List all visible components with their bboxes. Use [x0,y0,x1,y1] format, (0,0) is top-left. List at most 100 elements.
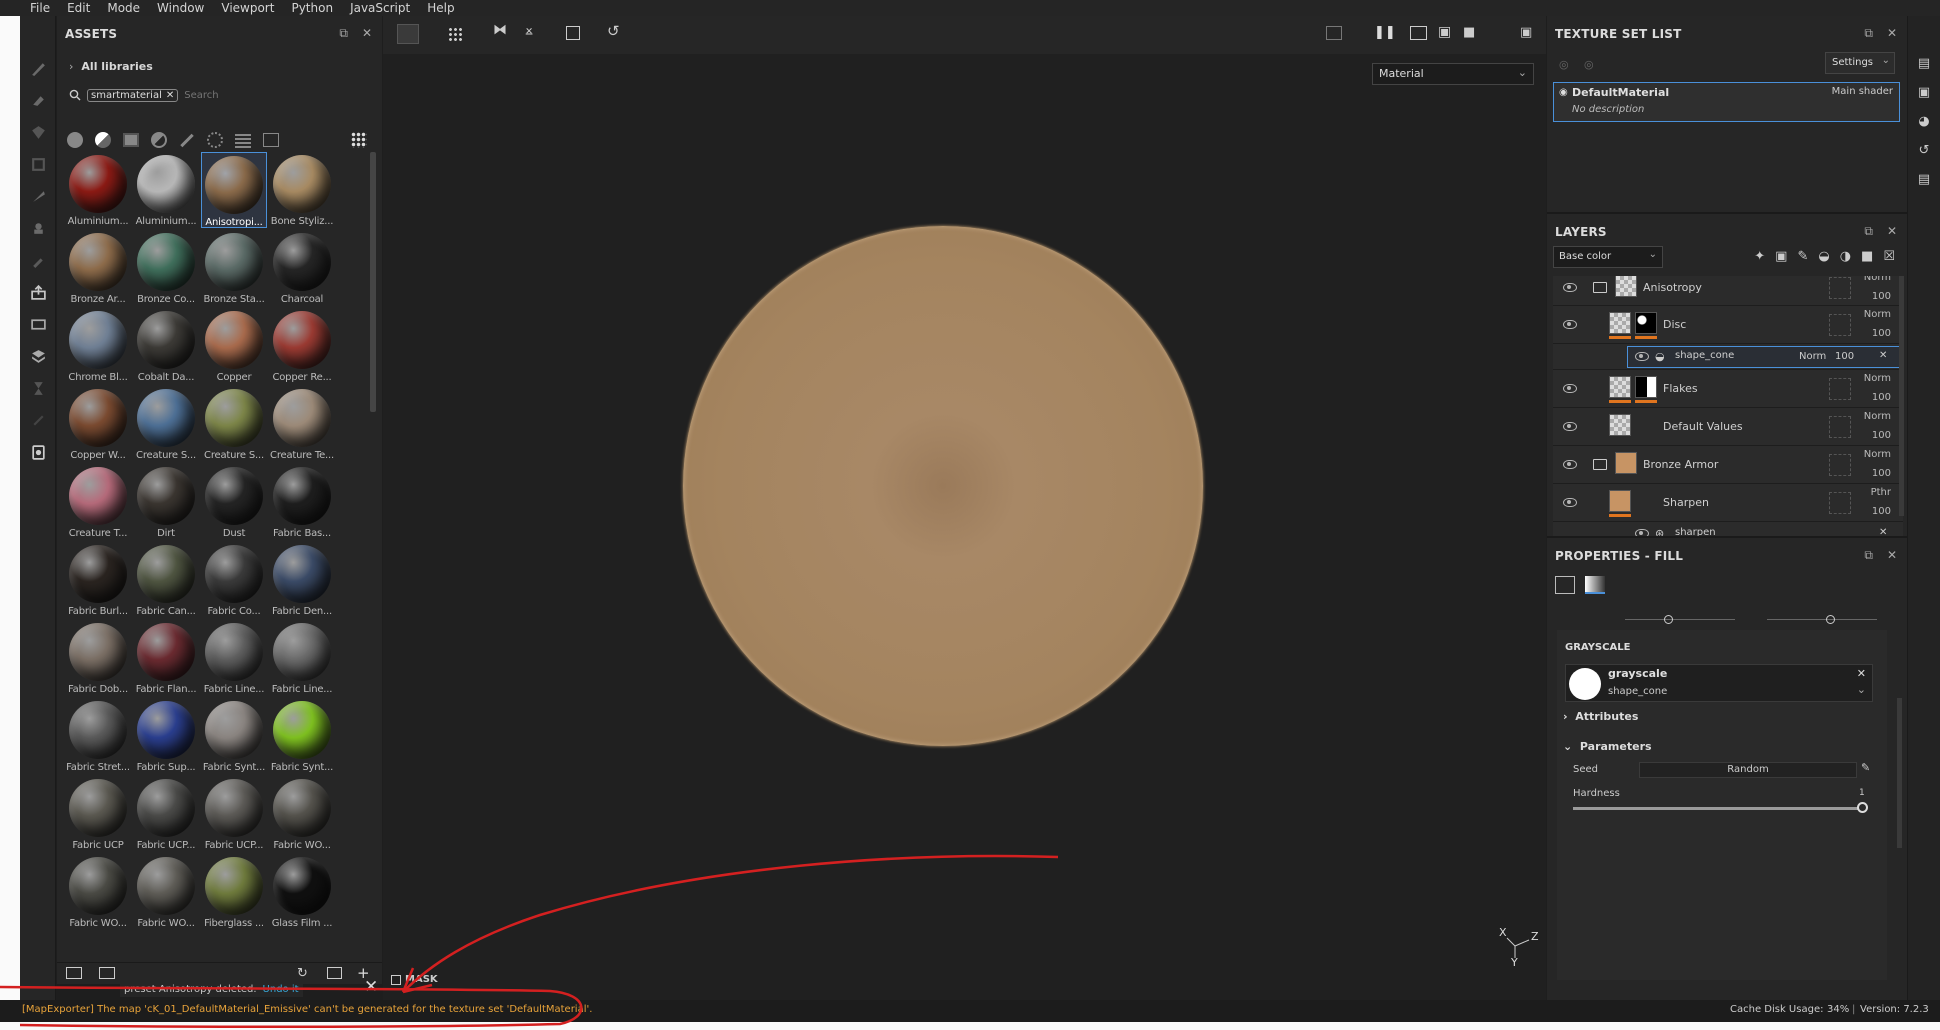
bake-icon[interactable] [20,308,56,340]
3d-viewport[interactable]: MASK X Z Y [383,16,1546,1000]
align-icon[interactable]: ⨱ [525,22,533,38]
asset-thumbnail[interactable]: Fabric Line... [201,620,267,696]
asset-thumbnail[interactable]: Fabric Bas... [269,464,335,540]
add-smart-material-icon[interactable]: ◑ [1840,249,1851,264]
material-filter-icon[interactable] [67,132,83,148]
grayscale-slot[interactable]: grayscale shape_cone ✕ ⌄ [1565,664,1873,702]
export-icon[interactable] [20,276,56,308]
smart-mask-filter-icon[interactable] [151,132,167,148]
settings-dropdown[interactable]: Settings ⌄ [1825,52,1895,74]
asset-thumbnail[interactable]: Fabric Stret... [65,698,131,774]
layer-row[interactable]: Bronze Armor Norm 100 [1553,446,1903,484]
eye-icon[interactable] [1563,460,1577,469]
smudge-icon[interactable] [20,180,56,212]
visibility-all-icon[interactable]: ◎ [1584,58,1594,71]
attributes-section[interactable]: › Attributes [1563,710,1638,723]
filter-list-icon[interactable] [99,967,115,979]
add-folder-icon[interactable]: ■ [1861,249,1873,264]
hardness-handle[interactable] [1857,802,1868,813]
menu-mode[interactable]: Mode [107,0,140,16]
blend-mode-dropdown[interactable]: Norm [1864,309,1891,320]
layer-row[interactable]: Disc Norm 100 [1553,306,1903,344]
blend-mode-dropdown[interactable]: Norm [1799,351,1826,362]
menu-window[interactable]: Window [157,0,204,16]
refresh-icon[interactable]: ↻ [297,966,308,981]
display-settings-icon[interactable]: ▣ [1918,85,1930,100]
asset-thumbnail[interactable]: Anisotropi... [201,152,267,228]
layer-row[interactable]: Flakes Norm 100 [1553,370,1903,408]
menu-viewport[interactable]: Viewport [221,0,274,16]
edit-icon[interactable]: ✎ [1861,761,1870,774]
fill-properties-tab[interactable] [1555,576,1575,594]
remove-icon[interactable]: ✕ [1857,667,1866,680]
eye-icon[interactable] [1635,529,1649,536]
history-icon[interactable]: ↺ [1919,143,1930,158]
asset-thumbnail[interactable]: Dust [201,464,267,540]
opacity-value[interactable]: 100 [1872,291,1891,302]
asset-thumbnail[interactable]: Fabric WO... [133,854,199,930]
sort-icon[interactable] [66,967,82,979]
eye-icon[interactable] [1563,384,1577,393]
eye-icon[interactable] [1563,283,1577,292]
asset-scrollbar[interactable] [370,152,376,412]
parameters-section[interactable]: ⌄ Parameters [1563,740,1652,753]
asset-thumbnail[interactable]: Fabric Sup... [133,698,199,774]
asset-thumbnail[interactable]: Bronze Ar... [65,230,131,306]
smart-material-filter-icon[interactable] [95,132,111,148]
asset-thumbnail[interactable]: Copper [201,308,267,384]
paint-brush-icon[interactable] [20,52,56,84]
asset-thumbnail[interactable]: Fabric UCP [65,776,131,852]
geometry-mask-icon[interactable] [20,148,56,180]
all-libraries-link[interactable]: All libraries [81,60,152,73]
layer-row[interactable]: Anisotropy Norm 100 [1553,276,1903,306]
slider-track[interactable] [1767,619,1877,620]
menu-edit[interactable]: Edit [67,0,90,16]
layer-mask-slot[interactable] [1829,454,1851,476]
menu-file[interactable]: File [30,0,50,16]
asset-thumbnail[interactable]: Fabric Dob... [65,620,131,696]
opacity-value[interactable]: 100 [1872,506,1891,517]
eraser-icon[interactable] [20,84,56,116]
layer-mask-slot[interactable] [1829,416,1851,438]
hardness-slider[interactable] [1573,807,1863,810]
asset-thumbnail[interactable]: Fabric UCP... [133,776,199,852]
tile-grid-icon[interactable] [448,27,464,41]
menu-javascript[interactable]: JavaScript [350,0,410,16]
close-panel-icon[interactable]: ✕ [362,26,372,41]
projection-icon[interactable] [20,116,56,148]
close-panel-icon[interactable]: ✕ [1887,224,1897,239]
remove-effect-icon[interactable]: ✕ [1879,527,1887,536]
add-effect-icon[interactable]: ✦ [1754,249,1765,264]
asset-thumbnail[interactable]: Aluminium... [133,152,199,228]
shelf-icon[interactable]: ▤ [1918,56,1930,71]
new-folder-icon[interactable] [327,967,342,979]
asset-thumbnail[interactable]: Creature T... [65,464,131,540]
asset-thumbnail[interactable]: Fabric Flan... [133,620,199,696]
asset-thumbnail[interactable]: Fabric WO... [65,854,131,930]
chevron-down-icon[interactable]: ⌄ [1857,683,1866,696]
delete-layer-icon[interactable]: ☒ [1883,249,1895,264]
mask-toggle[interactable]: MASK [391,974,438,985]
close-panel-icon[interactable]: ✕ [1887,26,1897,41]
chip-close-icon[interactable]: ✕ [166,90,174,101]
particle-filter-icon[interactable] [207,132,223,148]
properties-scrollbar[interactable] [1897,698,1902,848]
layer-mask-slot[interactable] [1829,277,1851,299]
asset-thumbnail[interactable]: Bronze Co... [133,230,199,306]
asset-thumbnail[interactable]: Fabric Den... [269,542,335,618]
undo-link[interactable]: Undo it [263,984,299,995]
uv-grid-icon[interactable] [397,24,419,44]
menu-python[interactable]: Python [291,0,333,16]
pause-icon[interactable]: ❚❚ [1374,25,1396,40]
camera-settings-icon[interactable] [20,436,56,468]
color-picker-icon[interactable] [20,244,56,276]
layer-mask-slot[interactable] [1829,492,1851,514]
add-paint-layer-icon[interactable]: ✎ [1797,249,1808,264]
filter-chip[interactable]: smartmaterial ✕ [87,88,179,102]
history-icon[interactable]: ↺ [607,22,620,40]
material-dropdown[interactable]: Material ⌄ [1372,63,1534,85]
menu-help[interactable]: Help [427,0,454,16]
asset-thumbnail[interactable]: Dirt [133,464,199,540]
material-icon[interactable] [20,340,56,372]
view-3d-icon[interactable]: ▣ [1438,24,1451,40]
